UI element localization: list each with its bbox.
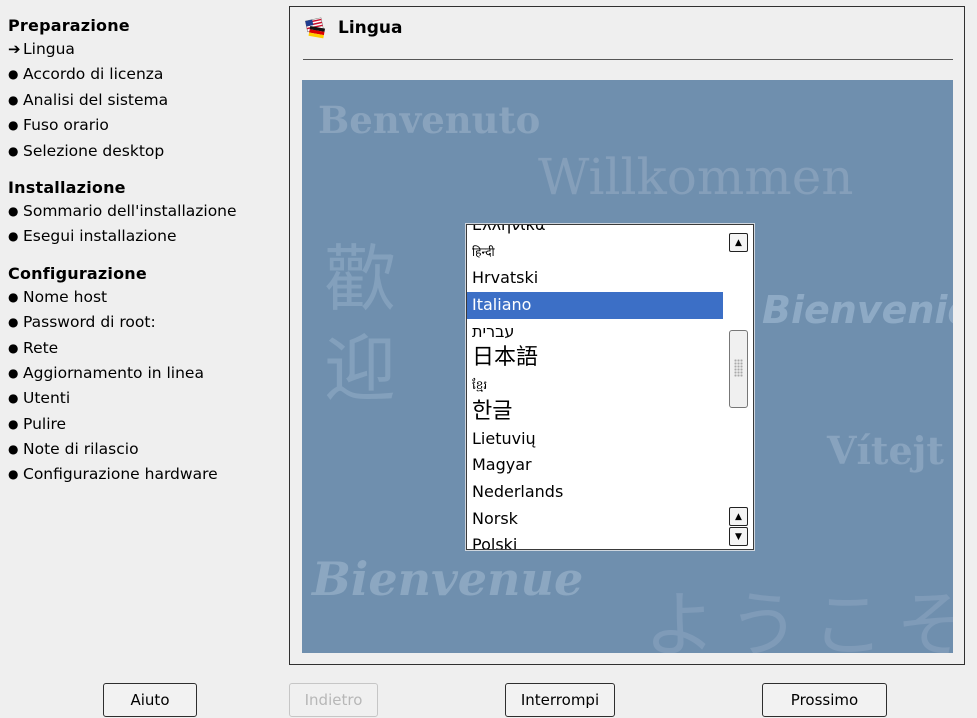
welcome-word-yokoso: ようこそ <box>644 583 953 653</box>
arrow-right-icon: ➔ <box>8 40 21 58</box>
welcome-word-willkommen: Willkommen <box>538 148 854 206</box>
step-label: Lingua <box>23 40 75 58</box>
welcome-word-cn2: 迎 <box>324 327 397 411</box>
bullet-icon: ● <box>8 467 19 482</box>
step-lingua: ➔ Lingua <box>8 37 283 62</box>
list-item[interactable]: 한글 <box>467 399 723 426</box>
grip-icon <box>734 359 743 377</box>
bullet-icon: ● <box>8 391 19 406</box>
step-label: Nome host <box>23 287 108 306</box>
step-label: Sommario dell'installazione <box>23 201 237 220</box>
step-note-rilascio: ● Note di rilascio <box>8 437 283 462</box>
list-item[interactable]: עברית <box>467 319 723 346</box>
bullet-icon: ● <box>8 442 19 457</box>
step-label: Selezione desktop <box>23 141 165 160</box>
bullet-icon: ● <box>8 340 19 355</box>
bullet-icon: ● <box>8 365 19 380</box>
language-list[interactable]: Eλληνικά हिन्दी Hrvatski Italiano עברית … <box>466 224 754 550</box>
scroll-thumb[interactable] <box>729 330 748 408</box>
step-label: Aggiornamento in linea <box>23 363 204 382</box>
step-selezione-desktop: ● Selezione desktop <box>8 139 283 164</box>
section-title-configurazione: Configurazione <box>8 263 147 283</box>
list-item[interactable]: ខ្មែរ <box>467 372 723 399</box>
list-item[interactable]: Magyar <box>467 452 723 479</box>
bullet-icon: ● <box>8 67 19 82</box>
section-title-installazione: Installazione <box>8 177 126 197</box>
list-item[interactable]: Polski <box>467 532 723 549</box>
scroll-up-icon[interactable]: ▲ <box>729 233 748 252</box>
list-item[interactable]: Norsk <box>467 506 723 533</box>
step-label: Note di rilascio <box>23 440 139 459</box>
step-label: Esegui installazione <box>23 227 177 246</box>
list-item[interactable]: Eλληνικά <box>467 225 723 239</box>
back-button[interactable]: Indietro <box>289 683 378 717</box>
list-item[interactable]: Lietuvių <box>467 426 723 453</box>
bullet-icon: ● <box>8 289 19 304</box>
step-fuso-orario: ● Fuso orario <box>8 113 283 138</box>
list-scrollbar[interactable]: ▲ ▲ ▼ <box>725 225 753 549</box>
step-pulire: ● Pulire <box>8 412 283 437</box>
step-utenti: ● Utenti <box>8 386 283 411</box>
language-items: Eλληνικά हिन्दी Hrvatski Italiano עברית … <box>467 225 723 549</box>
content-frame: Lingua Benvenuto Willkommen 歡 迎 Bienveni… <box>289 6 965 665</box>
abort-button[interactable]: Interrompi <box>505 683 615 717</box>
header-divider <box>303 59 953 60</box>
list-item-selected[interactable]: Italiano <box>467 292 723 319</box>
help-button[interactable]: Aiuto <box>103 683 197 717</box>
step-label: Analisi del sistema <box>23 90 169 109</box>
section-title-preparazione: Preparazione <box>8 16 130 35</box>
flags-icon <box>305 17 326 39</box>
welcome-word-vitej: Vítejt <box>827 428 944 473</box>
steps-sidebar: Preparazione ➔ Lingua ● Accordo di licen… <box>8 12 283 488</box>
step-rete: ● Rete <box>8 336 283 361</box>
bullet-icon: ● <box>8 92 19 107</box>
welcome-word-bienvenid: Bienvenid <box>762 288 953 332</box>
step-esegui-installazione: ● Esegui installazione <box>8 224 283 249</box>
step-label: Pulire <box>23 414 67 433</box>
page-title: Lingua <box>338 18 403 38</box>
bullet-icon: ● <box>8 416 19 431</box>
welcome-word-benvenuto: Benvenuto <box>318 98 541 142</box>
scroll-down-icon[interactable]: ▼ <box>729 527 748 546</box>
step-label: Fuso orario <box>23 116 109 135</box>
bullet-icon: ● <box>8 118 19 133</box>
step-analisi-sistema: ● Analisi del sistema <box>8 88 283 113</box>
list-item[interactable]: Hrvatski <box>467 265 723 292</box>
step-aggiornamento-linea: ● Aggiornamento in linea <box>8 361 283 386</box>
bullet-icon: ● <box>8 315 19 330</box>
bullet-icon: ● <box>8 143 19 158</box>
step-configurazione-hardware: ● Configurazione hardware <box>8 462 283 487</box>
welcome-banner: Benvenuto Willkommen 歡 迎 Bienvenid Vítej… <box>302 80 953 653</box>
list-item[interactable]: हिन्दी <box>467 239 723 266</box>
step-label: Configurazione hardware <box>23 465 218 484</box>
step-label: Accordo di licenza <box>23 65 164 84</box>
step-accordo-licenza: ● Accordo di licenza <box>8 62 283 87</box>
step-password-root: ● Password di root: <box>8 310 283 335</box>
step-label: Utenti <box>23 389 71 408</box>
step-sommario-installazione: ● Sommario dell'installazione <box>8 199 283 224</box>
list-item[interactable]: Nederlands <box>467 479 723 506</box>
bullet-icon: ● <box>8 229 19 244</box>
page-header: Lingua <box>304 13 403 43</box>
scroll-up-icon[interactable]: ▲ <box>729 507 748 526</box>
next-button[interactable]: Prossimo <box>762 683 887 717</box>
bullet-icon: ● <box>8 203 19 218</box>
step-label: Rete <box>23 338 59 357</box>
step-nome-host: ● Nome host <box>8 285 283 310</box>
list-item[interactable]: 日本語 <box>467 345 723 372</box>
welcome-word-bienvenue: Bienvenue <box>312 552 584 606</box>
step-label: Password di root: <box>23 313 156 332</box>
